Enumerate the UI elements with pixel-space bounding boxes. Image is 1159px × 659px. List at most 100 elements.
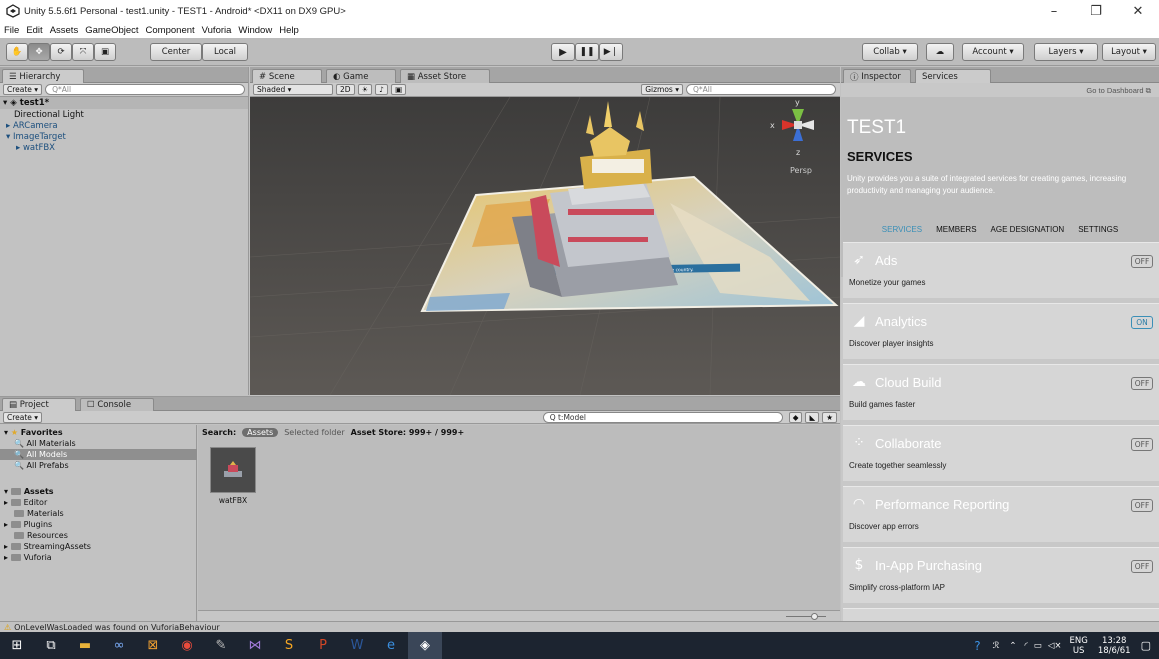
asset-thumbnail-watfbx[interactable]	[210, 447, 256, 493]
hierarchy-create-button[interactable]: Create ▾	[3, 84, 43, 95]
hierarchy-search-input[interactable]: Q*All	[45, 84, 246, 95]
infinity-app-icon[interactable]: ∞	[102, 632, 136, 659]
service-card-cloud-build[interactable]: ☁ Cloud Build Build games faster OFF	[843, 364, 1159, 420]
status-bar[interactable]: ⚠ OnLevelWasLoaded was found on VuforiaB…	[0, 621, 1159, 632]
nav-settings[interactable]: SETTINGS	[1078, 225, 1118, 234]
service-toggle-cloud-build[interactable]: OFF	[1131, 377, 1153, 390]
minimize-button[interactable]: –	[1033, 4, 1075, 19]
cloud-button[interactable]: ☁	[926, 43, 954, 61]
service-toggle-analytics[interactable]: ON	[1131, 316, 1153, 329]
windows-start-icon[interactable]: ⊞	[0, 632, 34, 659]
nav-age-designation[interactable]: AGE DESIGNATION	[991, 225, 1065, 234]
favorite-all-models[interactable]: 🔍 All Models	[0, 449, 197, 460]
powerpoint-icon[interactable]: P	[306, 632, 340, 659]
service-card-collaborate[interactable]: ⁘ Collaborate Create together seamlessly…	[843, 425, 1159, 481]
paint-app-icon[interactable]: ✎	[204, 632, 238, 659]
people-icon[interactable]: ℛ	[993, 641, 1000, 651]
rect-tool-button[interactable]: ▣	[94, 43, 116, 61]
xampp-icon[interactable]: ⊠	[136, 632, 170, 659]
tab-services[interactable]: Services	[915, 69, 991, 83]
service-toggle-ads[interactable]: OFF	[1131, 255, 1153, 268]
play-button[interactable]: ▶	[551, 43, 575, 61]
favorite-all-prefabs[interactable]: 🔍 All Prefabs	[14, 460, 69, 471]
service-card-iap[interactable]: $ In-App Purchasing Simplify cross-platf…	[843, 547, 1159, 603]
folder-editor[interactable]: ▸ Editor	[4, 497, 47, 508]
scope-selected-folder[interactable]: Selected folder	[284, 428, 344, 437]
pivot-space-button[interactable]: Local	[202, 43, 248, 61]
service-toggle-collaborate[interactable]: OFF	[1131, 438, 1153, 451]
favorite-all-materials[interactable]: 🔍 All Materials	[14, 438, 76, 449]
menu-edit[interactable]: Edit	[26, 25, 42, 36]
filter-type-button[interactable]: ◆	[788, 411, 803, 423]
rotate-tool-button[interactable]: ⟳	[50, 43, 72, 61]
audio-toggle[interactable]: ♪	[375, 84, 389, 95]
folder-streamingassets[interactable]: ▸ StreamingAssets	[4, 541, 91, 552]
volume-icon[interactable]: ◁×	[1048, 641, 1062, 651]
notifications-icon[interactable]: ▢	[1141, 639, 1151, 652]
account-dropdown[interactable]: Account ▾	[962, 43, 1024, 61]
scope-asset-store[interactable]: Asset Store: 999+ / 999+	[351, 428, 464, 437]
scene-root-row[interactable]: ▾ ◈ test1*	[0, 97, 248, 109]
task-view-icon[interactable]: ⧉	[34, 632, 68, 659]
effects-toggle[interactable]: ▣	[391, 84, 407, 95]
hand-tool-button[interactable]: ✋	[6, 43, 28, 61]
service-card-analytics[interactable]: ◢ Analytics Discover player insights ON	[843, 303, 1159, 359]
folder-resources[interactable]: Resources	[14, 530, 68, 541]
nav-members[interactable]: MEMBERS	[936, 225, 976, 234]
tab-scene[interactable]: # Scene	[252, 69, 322, 83]
scale-tool-button[interactable]: ⤧	[72, 43, 94, 61]
folder-plugins[interactable]: ▸ Plugins	[4, 519, 52, 530]
maximize-button[interactable]: ❐	[1075, 4, 1117, 19]
mode-2d-toggle[interactable]: 2D	[336, 84, 355, 95]
scene-search-input[interactable]: Q*All	[686, 84, 836, 95]
layers-dropdown[interactable]: Layers ▾	[1034, 43, 1098, 61]
tab-asset-store[interactable]: ▦ Asset Store	[400, 69, 490, 83]
service-toggle-performance[interactable]: OFF	[1131, 499, 1153, 512]
collab-button[interactable]: Collab ▾	[862, 43, 918, 61]
shading-dropdown[interactable]: Shaded ▾	[253, 84, 333, 95]
chrome-icon[interactable]: ◉	[170, 632, 204, 659]
tab-game[interactable]: ◐ Game	[326, 69, 396, 83]
word-icon[interactable]: W	[340, 632, 374, 659]
folder-vuforia[interactable]: ▸ Vuforia	[4, 552, 52, 563]
tab-inspector[interactable]: ⓘ Inspector	[843, 69, 911, 83]
go-to-dashboard-link[interactable]: Go to Dashboard ⧉	[1086, 86, 1151, 96]
menu-component[interactable]: Component	[146, 25, 195, 36]
edge-icon[interactable]: e	[374, 632, 408, 659]
project-create-button[interactable]: Create ▾	[3, 411, 43, 423]
file-explorer-icon[interactable]: ▬	[68, 632, 102, 659]
gizmos-dropdown[interactable]: Gizmos ▾	[641, 84, 683, 95]
favorites-root[interactable]: ▾ ★ Favorites	[4, 427, 63, 438]
tab-project[interactable]: ▤ Project	[2, 398, 76, 411]
menu-window[interactable]: Window	[238, 25, 272, 36]
folder-materials[interactable]: Materials	[14, 508, 64, 519]
step-button[interactable]: ▶❘	[599, 43, 623, 61]
pivot-mode-button[interactable]: Center	[150, 43, 202, 61]
scene-viewport[interactable]: Wat Phra Kaew - Important and famous pla…	[250, 97, 840, 395]
nav-services[interactable]: SERVICES	[882, 225, 922, 234]
help-icon[interactable]: ?	[974, 639, 980, 653]
service-card-ads[interactable]: ➶ Ads Monetize your games OFF	[843, 242, 1159, 298]
sublime-icon[interactable]: S	[272, 632, 306, 659]
language-indicator[interactable]: ENG US	[1069, 636, 1087, 656]
menu-help[interactable]: Help	[279, 25, 299, 36]
move-tool-button[interactable]: ✥	[28, 43, 50, 61]
network-icon[interactable]: ◜	[1024, 641, 1027, 651]
assets-root[interactable]: ▾ Assets	[4, 486, 54, 497]
unity-taskbar-icon[interactable]: ◈	[408, 632, 442, 659]
tab-hierarchy[interactable]: ☰ Hierarchy	[2, 69, 84, 83]
menu-assets[interactable]: Assets	[50, 25, 79, 36]
service-toggle-iap[interactable]: OFF	[1131, 560, 1153, 573]
menu-file[interactable]: File	[4, 25, 19, 36]
clock[interactable]: 13:28 18/6/61	[1098, 636, 1131, 656]
layout-dropdown[interactable]: Layout ▾	[1102, 43, 1156, 61]
pause-button[interactable]: ❚❚	[575, 43, 599, 61]
filter-label-button[interactable]: ◣	[805, 411, 820, 423]
service-card-performance-reporting[interactable]: ◠ Performance Reporting Discover app err…	[843, 486, 1159, 542]
close-button[interactable]: ✕	[1117, 4, 1159, 19]
favorite-search-button[interactable]: ★	[822, 411, 837, 423]
menu-vuforia[interactable]: Vuforia	[202, 25, 232, 36]
tray-chevron-icon[interactable]: ⌃	[1009, 641, 1016, 651]
hierarchy-item-watfbx[interactable]: ▸ watFBX	[0, 142, 248, 154]
scope-assets[interactable]: Assets	[242, 428, 279, 437]
